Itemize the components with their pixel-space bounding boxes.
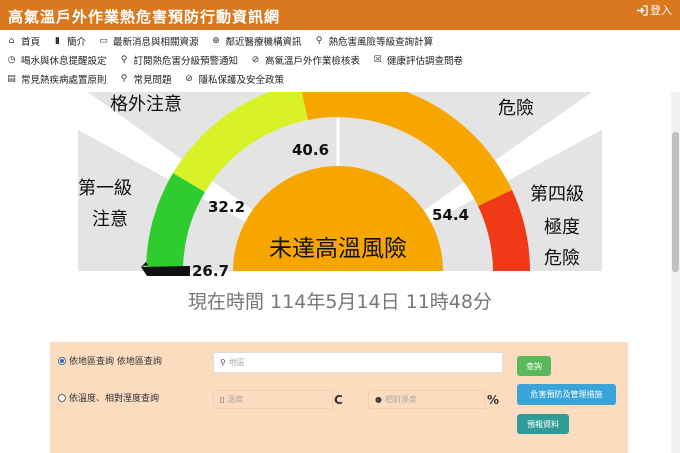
threshold-26-7: 26.7: [192, 262, 229, 280]
nav-row-2: ◷ 喝水與休息提醒設定 ⚲ 訂閱熱危害分級預警通知 ⊘ 高氣溫戶外作業檢核表 ☒ 健康評…: [6, 53, 475, 67]
zone-label-level2: 格外注意: [110, 94, 182, 115]
nav-row-1: ⌂ 首頁 ▮ 簡介 ▭ 最新消息與相關資源 ⊕ 鄰近醫療機構資訊 ⚲ 熱危害風險等級查詢計…: [6, 34, 445, 48]
nav-item-water-reminder[interactable]: ◷ 喝水與休息提醒設定: [6, 53, 107, 67]
nav-item-questionnaire[interactable]: ☒ 健康評估調查問卷: [372, 53, 464, 67]
nav-item-risk-query[interactable]: ⚲ 熱危害風險等級查詢計算: [314, 34, 434, 48]
nav-item-faq[interactable]: ⚲ 常見問題: [119, 72, 172, 86]
nav-item-label: 喝水與休息提醒設定: [21, 56, 107, 67]
query-panel: 依地區查詢 依地區查詢 依溫度、相對溼度查詢 ⚲ 地區 ▯ 溫度 C ● 相對溼…: [50, 342, 628, 453]
nav-item-intro[interactable]: ▮ 簡介: [52, 34, 86, 48]
nav-item-heat-illness[interactable]: ▤ 常見熱疾病處置原則: [6, 72, 107, 86]
water-drop-icon: ●: [375, 395, 382, 404]
prevention-measures-button[interactable]: 危害預防及管理措施: [517, 384, 616, 405]
radio-temp-label: 依溫度、相對溼度查詢: [69, 394, 160, 404]
current-time-label: 現在時間 114年5月14日 11時48分: [188, 291, 492, 313]
map-pin-icon: ⚲: [220, 358, 226, 367]
zone-label-level4-line2: 極度: [544, 217, 580, 238]
check-circle-icon: ⊘: [185, 74, 193, 84]
humidity-placeholder: 相對溼度: [384, 395, 417, 404]
clipboard-icon: ▤: [7, 74, 16, 84]
nav-item-medical[interactable]: ⊕ 鄰近醫療機構資訊: [211, 34, 302, 48]
nav-item-label: 常見熱疾病處置原則: [21, 75, 107, 86]
threshold-54-4: 54.4: [432, 206, 469, 224]
nav-item-label: 最新消息與相關資源: [113, 37, 199, 48]
temperature-input[interactable]: ▯ 溫度: [213, 390, 333, 409]
zone-label-level1-line2: 注意: [92, 209, 128, 230]
login-label: 登入: [650, 4, 672, 17]
header-bar: 高氣溫戶外作業熱危害預防行動資訊網 登入: [0, 0, 680, 30]
zone-label-level3: 危險: [498, 98, 534, 119]
radio-dot[interactable]: [58, 356, 66, 365]
plus-circle-icon: ⊕: [212, 36, 220, 46]
celsius-unit: C: [334, 393, 343, 407]
zone-label-level4-line1: 第四級: [530, 184, 584, 205]
login-button[interactable]: 登入: [636, 2, 672, 18]
nav-item-label: 首頁: [21, 37, 41, 48]
location-input[interactable]: ⚲ 地區: [213, 352, 503, 373]
nav-item-privacy[interactable]: ⊘ 隱私保護及安全政策: [184, 72, 285, 86]
scrollbar-thumb[interactable]: [672, 132, 679, 272]
nav-item-label: 健康評估調查問卷: [387, 56, 464, 67]
nav-item-label: 隱私保護及安全政策: [198, 75, 285, 86]
threshold-32-2: 32.2: [208, 198, 245, 216]
query-button[interactable]: 查詢: [517, 356, 551, 376]
nav-item-checklist[interactable]: ⊘ 高氣溫戶外作業檢核表: [250, 53, 360, 67]
thermometer-icon: ▯: [220, 395, 225, 404]
zone-label-level1-line1: 第一級: [78, 178, 132, 199]
gauge-needle: [141, 266, 190, 276]
nav-item-label: 熱危害風險等級查詢計算: [328, 37, 434, 48]
map-pin-icon: ⚲: [120, 55, 128, 65]
radio-dot[interactable]: [58, 393, 66, 402]
nav-item-news[interactable]: ▭ 最新消息與相關資源: [98, 34, 199, 48]
site-title[interactable]: 高氣溫戶外作業熱危害預防行動資訊網: [8, 6, 280, 27]
percent-unit: %: [487, 393, 500, 407]
gauge-center-label: 未達高溫風險: [269, 236, 407, 262]
gauge-svg: 26.7 32.2 40.6 54.4 未達高溫風險 格外注意 危險 第一級 注…: [77, 92, 603, 280]
nav-item-label: 常見問題: [133, 75, 172, 86]
nav-item-label: 訂閱熱危害分級預警通知: [133, 56, 239, 67]
check-circle-icon: ⊘: [251, 55, 260, 65]
map-pin-icon: ⚲: [120, 74, 128, 84]
nav-item-subscribe[interactable]: ⚲ 訂閱熱危害分級預警通知: [119, 53, 239, 67]
folder-icon: ▭: [99, 36, 108, 46]
map-pin-icon: ⚲: [315, 36, 323, 46]
nav-item-label: 高氣溫戶外作業檢核表: [265, 56, 361, 67]
bookmark-icon: ▮: [55, 36, 60, 46]
forecast-data-button[interactable]: 預報資料: [517, 414, 569, 434]
radio-location-label: 依地區查詢 依地區查詢: [69, 357, 162, 367]
location-placeholder: 地區: [228, 358, 245, 367]
main-nav: ⌂ 首頁 ▮ 簡介 ▭ 最新消息與相關資源 ⊕ 鄰近醫療機構資訊 ⚲ 熱危害風險等級查詢計…: [0, 30, 680, 92]
home-icon: ⌂: [8, 36, 15, 46]
nav-row-3: ▤ 常見熱疾病處置原則 ⚲ 常見問題 ⊘ 隱私保護及安全政策: [6, 72, 296, 86]
nav-item-label: 簡介: [67, 37, 87, 48]
threshold-40-6: 40.6: [292, 141, 329, 159]
nav-item-label: 鄰近醫療機構資訊: [225, 37, 302, 48]
sign-in-icon: [637, 4, 648, 16]
radio-temp-query[interactable]: 依溫度、相對溼度查詢: [58, 391, 159, 404]
clock-icon: ◷: [7, 55, 16, 65]
page-scrollbar[interactable]: [671, 92, 680, 453]
humidity-input[interactable]: ● 相對溼度: [368, 390, 486, 409]
radio-location-query[interactable]: 依地區查詢 依地區查詢: [58, 354, 162, 367]
temperature-placeholder: 溫度: [227, 395, 244, 404]
zone-label-level4-line3: 危險: [544, 248, 580, 269]
nav-item-home[interactable]: ⌂ 首頁: [6, 34, 40, 48]
checkbox-icon: ☒: [373, 55, 382, 65]
risk-gauge: 26.7 32.2 40.6 54.4 未達高溫風險 格外注意 危險 第一級 注…: [0, 92, 680, 317]
